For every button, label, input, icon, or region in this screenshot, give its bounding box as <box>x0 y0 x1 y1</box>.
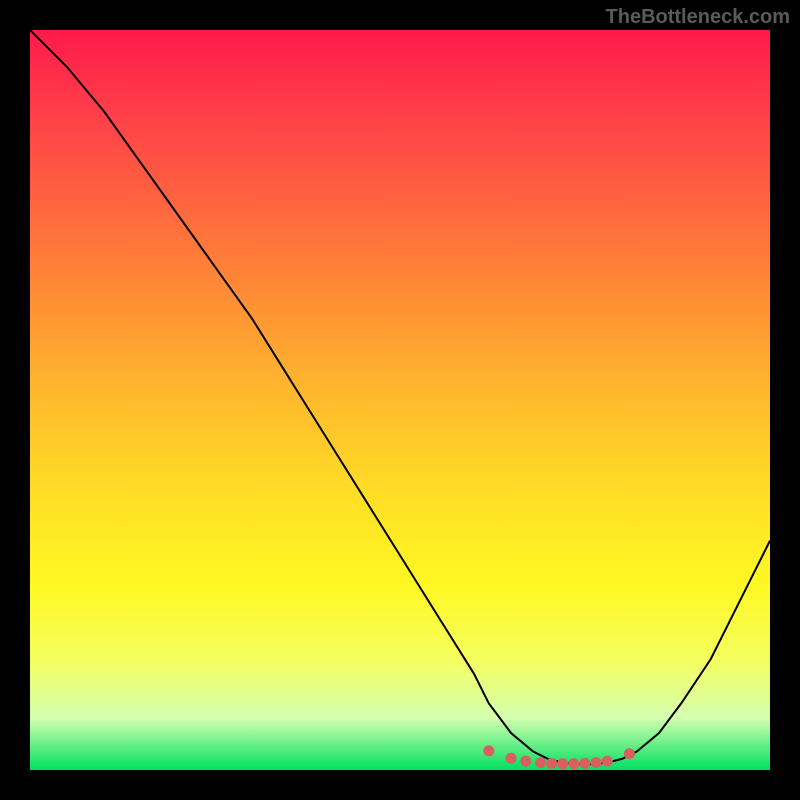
bottleneck-curve <box>30 30 770 764</box>
marker-dot <box>568 758 579 769</box>
chart-plot-area <box>30 30 770 770</box>
chart-svg <box>30 30 770 770</box>
marker-dot <box>535 757 546 768</box>
watermark-text: TheBottleneck.com <box>606 6 790 29</box>
marker-dot <box>602 756 613 767</box>
marker-group <box>483 745 635 769</box>
marker-dot <box>483 745 494 756</box>
marker-dot <box>624 748 635 759</box>
marker-dot <box>591 757 602 768</box>
marker-dot <box>580 758 591 769</box>
marker-dot <box>557 758 568 769</box>
marker-dot <box>546 758 557 769</box>
marker-dot <box>506 753 517 764</box>
marker-dot <box>520 756 531 767</box>
